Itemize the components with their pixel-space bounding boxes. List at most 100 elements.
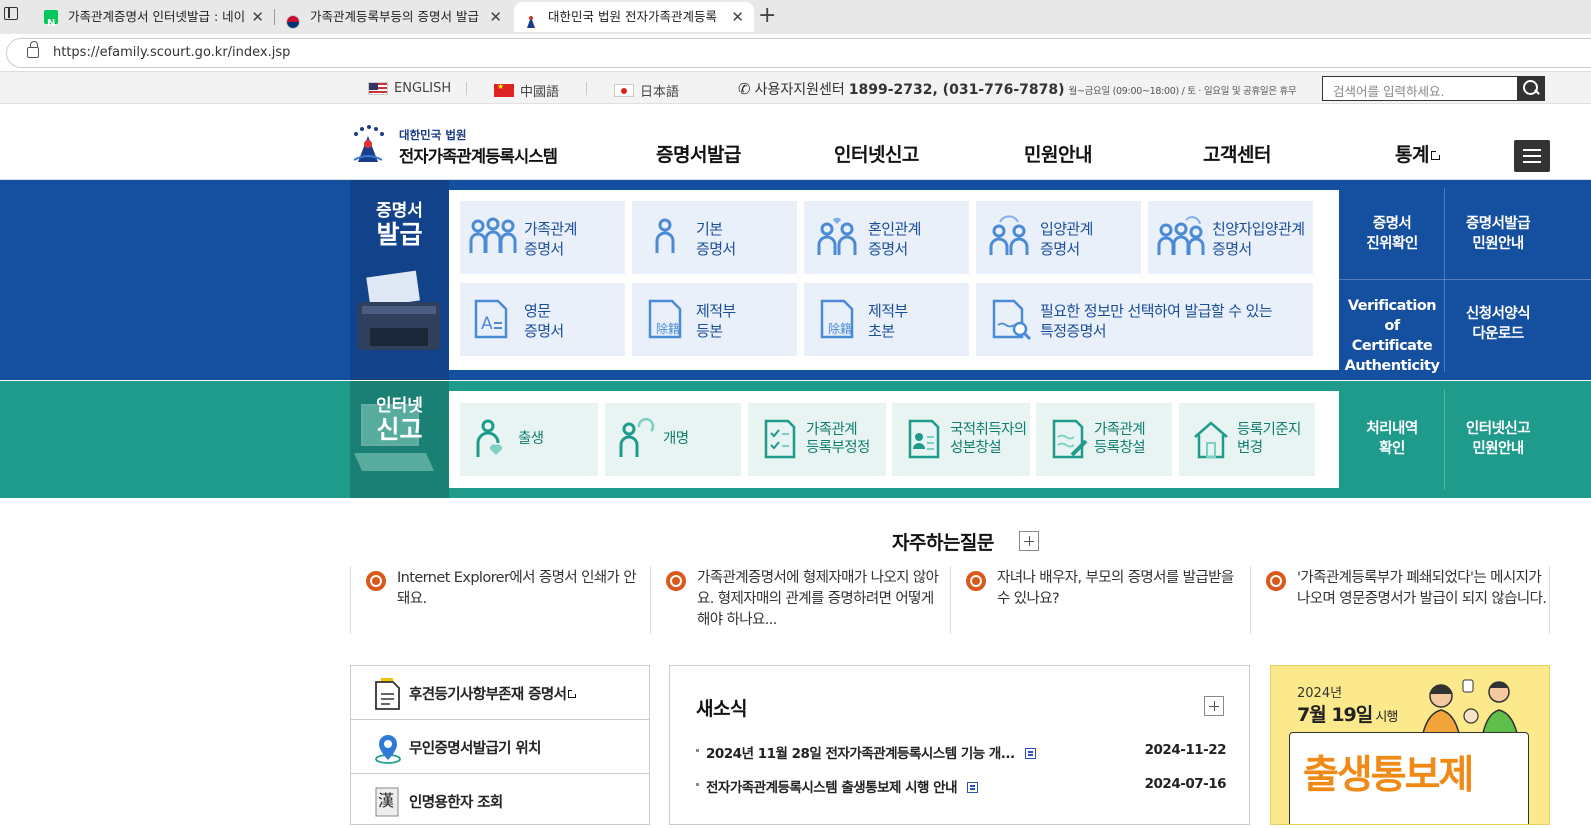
question-icon [666, 571, 686, 591]
printer-icon [358, 270, 440, 350]
report-guide-link[interactable]: 인터넷신고 민원안내 [1445, 419, 1551, 459]
adoption-icon [989, 215, 1029, 255]
external-link-icon [1430, 149, 1442, 160]
news-item[interactable]: 2024년 11월 28일 전자가족관계등록시스템 기능 개... 2024-1… [696, 740, 1227, 762]
court-emblem-icon [353, 125, 384, 162]
banner-year: 2024년 [1297, 686, 1343, 701]
doc-search-icon [992, 299, 1032, 341]
section-title-small: 인터넷 [376, 396, 423, 416]
hamburger-menu-button[interactable] [1514, 140, 1550, 172]
english-doc-icon: A [474, 299, 508, 339]
quick-guardianship-cert[interactable]: 후견등기사항부존재 증명서 [351, 666, 649, 720]
card-marriage-cert[interactable]: 혼인관계 증명서 [804, 201, 969, 274]
language-chinese[interactable]: 中國語 [494, 81, 559, 100]
form-download-link[interactable]: 신청서양식 다운로드 [1445, 304, 1551, 344]
close-tab-icon[interactable]: ✕ [731, 2, 744, 32]
verification-english-link[interactable]: Verification of Certificate Authenticity [1339, 296, 1445, 376]
news-more-button[interactable] [1204, 696, 1224, 716]
name-change-icon [619, 417, 655, 457]
document-icon [375, 678, 400, 710]
card-label: 가족관계 증명서 [524, 220, 577, 258]
quick-label: 무인증명서발급기 위치 [409, 741, 541, 757]
site-logo[interactable]: 대한민국 법원 전자가족관계등록시스템 [348, 124, 568, 168]
report-card-panel: 출생 개명 가족관계 등록부정정 국적취득자의 성본창설 가족관계 등록창설 등… [449, 391, 1339, 488]
card-removed-register-abstract[interactable]: 除籍 제적부 초본 [804, 283, 969, 356]
card-label: 기본 증명서 [696, 220, 736, 258]
card-full-adoption-cert[interactable]: 친양자입양관계 증명서 [1148, 201, 1313, 274]
card-family-relation-cert[interactable]: 가족관계 증명서 [460, 201, 625, 274]
close-tab-icon[interactable]: ✕ [489, 2, 502, 32]
close-tab-icon[interactable]: ✕ [251, 2, 264, 32]
nav-customer-center[interactable]: 고객센터 [1203, 140, 1271, 167]
card-register-creation[interactable]: 가족관계 등록창설 [1036, 403, 1172, 476]
support-phone: 1899-2732, (031-776-7878) [848, 82, 1065, 98]
nav-civil-guide[interactable]: 민원안내 [1024, 140, 1092, 167]
faq-item[interactable]: Internet Explorer에서 증명서 인쇄가 안돼요. [350, 566, 650, 634]
language-english[interactable]: ENGLISH [368, 81, 451, 96]
card-label: 제적부 등본 [696, 302, 736, 340]
faq-text: '가족관계등록부가 폐쇄되었다'는 메시지가 나오며 영문증명서가 발급이 되지… [1297, 570, 1547, 607]
quick-links-box: 후견등기사항부존재 증명서 무인증명서발급기 위치 漢 인명용한자 조회 [350, 665, 650, 825]
language-japanese[interactable]: 日本語 [614, 81, 679, 100]
card-naturalized-surname[interactable]: 국적취득자의 성본창설 [892, 403, 1030, 476]
faq-item[interactable]: 자녀나 배우자, 부모의 증명서를 발급받을 수 있나요? [950, 566, 1250, 634]
faq-item[interactable]: '가족관계등록부가 폐쇄되었다'는 메시지가 나오며 영문증명서가 발급이 되지… [1250, 566, 1550, 634]
support-center-info: ✆ 사용자지원센터 1899-2732, (031-776-7878) 월~금요… [738, 79, 1297, 99]
svg-text:漢: 漢 [378, 791, 394, 810]
nav-internet-report[interactable]: 인터넷신고 [834, 140, 919, 167]
card-basic-cert[interactable]: 기본 증명서 [632, 201, 797, 274]
document-icon [1024, 748, 1036, 759]
card-register-correction[interactable]: 가족관계 등록부정정 [748, 403, 886, 476]
card-removed-register-copy[interactable]: 除籍 제적부 등본 [632, 283, 797, 356]
certificate-issue-section: 증명서 발급 가족관계 증명서 기본 증명서 혼인관계 증명서 입양관계 증명서… [0, 180, 1591, 380]
nav-statistics[interactable]: 통계 [1395, 140, 1442, 167]
external-link-icon [568, 688, 579, 698]
nav-certificates[interactable]: 증명서발급 [656, 140, 741, 167]
quick-name-hanja[interactable]: 漢 인명용한자 조회 [351, 774, 649, 828]
browser-tab-1[interactable]: N 가족관계증명서 인터넷발급 : 네이 ✕ [34, 2, 274, 32]
card-specific-cert[interactable]: 필요한 정보만 선택하여 발급할 수 있는 특정증명서 [976, 283, 1313, 356]
faq-item[interactable]: 가족관계증명서에 형제자매가 나오지 않아요. 형제자매의 관계를 증명하려면 … [650, 566, 950, 634]
report-side-links: 처리내역 확인 인터넷신고 민원안내 [1339, 381, 1591, 498]
browser-tab-2[interactable]: 가족관계등록부등의 증명서 발급 ✕ [276, 2, 512, 32]
address-bar: https://efamily.scourt.go.kr/index.jsp [0, 34, 1591, 72]
faq-text: 가족관계증명서에 형제자매가 나오지 않아요. 형제자매의 관계를 증명하려면 … [697, 570, 939, 628]
window-menu-icon[interactable] [4, 7, 18, 20]
new-tab-icon[interactable]: + [758, 2, 776, 30]
card-label: 입양관계 증명서 [1040, 220, 1093, 258]
news-item[interactable]: 전자가족관계등록시스템 출생통보제 시행 안내 2024-07-16 [696, 774, 1227, 796]
question-icon [366, 571, 386, 591]
location-pin-icon [375, 735, 401, 764]
url-field[interactable]: https://efamily.scourt.go.kr/index.jsp [6, 38, 1591, 68]
search-icon[interactable] [1517, 76, 1545, 101]
faq-more-button[interactable] [1019, 531, 1039, 551]
card-birth-report[interactable]: 출생 [460, 403, 598, 476]
person-icon [655, 218, 675, 253]
tab-separator [274, 9, 275, 25]
birth-notification-banner[interactable]: 2024년 7월 19일 시행 출생통보제 [1270, 665, 1550, 825]
card-name-change[interactable]: 개명 [605, 403, 741, 476]
search-input[interactable]: 검색어를 입력하세요. [1322, 76, 1518, 101]
certificate-verify-link[interactable]: 증명서 진위확인 [1339, 214, 1445, 254]
faq-title: 자주하는질문 [892, 532, 994, 554]
lock-icon[interactable] [27, 41, 39, 58]
report-section-label: 인터넷 신고 [350, 381, 449, 498]
process-history-link[interactable]: 처리내역 확인 [1339, 419, 1445, 459]
browser-tab-bar: N 가족관계증명서 인터넷발급 : 네이 ✕ 가족관계등록부등의 증명서 발급 … [0, 0, 1591, 34]
certificate-guide-link[interactable]: 증명서발급 민원안내 [1445, 214, 1551, 254]
phone-icon: ✆ [738, 80, 751, 98]
card-english-cert[interactable]: A 영문 증명서 [460, 283, 625, 356]
card-label: 가족관계 등록부정정 [806, 422, 870, 456]
marriage-icon [817, 217, 857, 255]
house-icon [1194, 421, 1228, 459]
browser-tab-3[interactable]: 대한민국 법원 전자가족관계등록 ✕ [514, 2, 754, 32]
card-domicile-change[interactable]: 등록기준지 변경 [1179, 403, 1315, 476]
language-label: 中國語 [520, 85, 560, 100]
us-flag-icon [368, 82, 388, 95]
korea-gov-icon [286, 10, 300, 29]
quick-label: 인명용한자 조회 [409, 795, 503, 811]
card-adoption-cert[interactable]: 입양관계 증명서 [976, 201, 1141, 274]
nav-statistics-label: 통계 [1395, 144, 1429, 166]
quick-kiosk-location[interactable]: 무인증명서발급기 위치 [351, 720, 649, 774]
logo-title: 전자가족관계등록시스템 [399, 147, 558, 166]
